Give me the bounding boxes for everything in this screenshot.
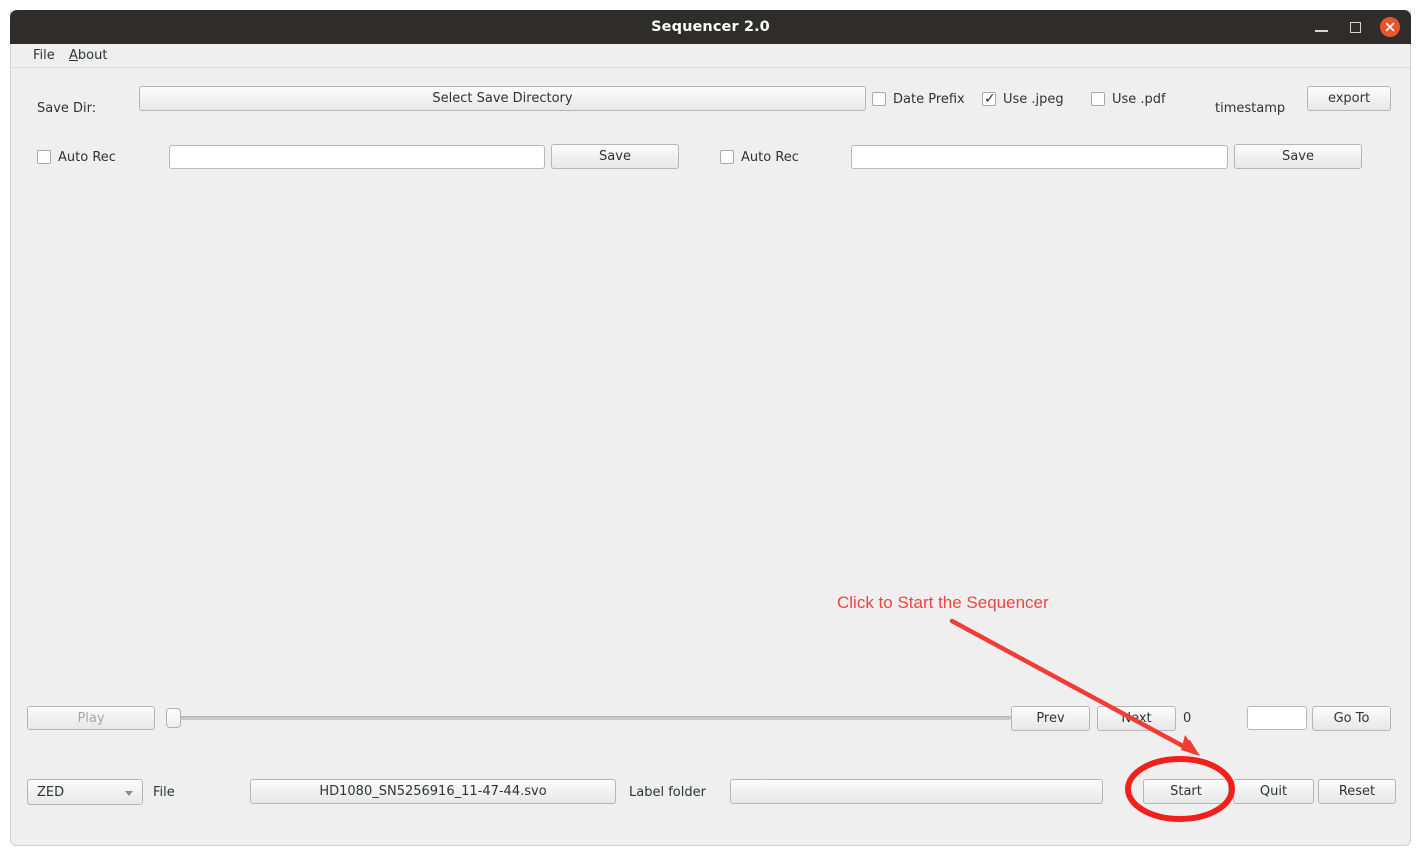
- use-jpeg-label: Use .jpeg: [1003, 92, 1064, 107]
- frame-counter: 0: [1183, 711, 1192, 726]
- window-title: Sequencer 2.0: [651, 19, 770, 35]
- use-pdf-checkbox-box: [1091, 92, 1105, 106]
- quit-button[interactable]: Quit: [1233, 779, 1314, 804]
- timeline-slider-handle[interactable]: [166, 708, 181, 728]
- minimize-icon[interactable]: [1312, 18, 1331, 37]
- annotation-text: Click to Start the Sequencer: [837, 593, 1049, 612]
- record-path-input-2[interactable]: [851, 145, 1228, 169]
- label-folder-label: Label folder: [629, 785, 706, 800]
- auto-rec-label-2: Auto Rec: [741, 150, 799, 165]
- close-icon[interactable]: [1380, 17, 1400, 37]
- date-prefix-checkbox-box: [872, 92, 886, 106]
- record-path-input-1[interactable]: [169, 145, 545, 169]
- menu-item-file[interactable]: File: [29, 47, 59, 64]
- export-button[interactable]: export: [1307, 86, 1391, 111]
- chevron-down-icon: [125, 791, 133, 796]
- save-button-2[interactable]: Save: [1234, 144, 1362, 169]
- timeline-slider-track[interactable]: [171, 716, 1011, 720]
- select-save-directory-button[interactable]: Select Save Directory: [139, 86, 866, 111]
- menu-item-about[interactable]: About: [65, 47, 111, 64]
- check-icon: ✓: [984, 91, 996, 107]
- menu-item-about-label: About: [69, 48, 108, 63]
- auto-rec-checkbox-2-box: [720, 150, 734, 164]
- auto-rec-label-1: Auto Rec: [58, 150, 116, 165]
- menu-item-file-label: File: [33, 48, 55, 63]
- file-label: File: [153, 785, 175, 800]
- file-name-button[interactable]: HD1080_SN5256916_11-47-44.svo: [250, 779, 616, 804]
- start-button[interactable]: Start: [1143, 779, 1229, 804]
- application-window: File About Save Dir: Select Save Directo…: [10, 10, 1411, 846]
- goto-input[interactable]: [1247, 706, 1307, 730]
- goto-button[interactable]: Go To: [1312, 706, 1391, 731]
- date-prefix-label: Date Prefix: [893, 92, 965, 107]
- maximize-icon[interactable]: [1346, 18, 1365, 37]
- next-button[interactable]: Next: [1097, 706, 1176, 731]
- menu-bar: File About: [11, 44, 1410, 68]
- use-pdf-label: Use .pdf: [1112, 92, 1166, 107]
- app-screenshot: File About Save Dir: Select Save Directo…: [0, 0, 1421, 857]
- timestamp-label: timestamp: [1215, 101, 1286, 116]
- prev-button[interactable]: Prev: [1011, 706, 1090, 731]
- title-bar: Sequencer 2.0: [10, 10, 1411, 44]
- label-folder-button[interactable]: [730, 779, 1103, 804]
- save-dir-label: Save Dir:: [37, 101, 97, 116]
- save-button-1[interactable]: Save: [551, 144, 679, 169]
- play-button[interactable]: Play: [27, 706, 155, 730]
- use-jpeg-checkbox-box: ✓: [982, 91, 996, 107]
- reset-button[interactable]: Reset: [1318, 779, 1396, 804]
- camera-select-dropdown[interactable]: ZED: [27, 779, 143, 805]
- auto-rec-checkbox-1-box: [37, 150, 51, 164]
- camera-select-value: ZED: [37, 785, 65, 800]
